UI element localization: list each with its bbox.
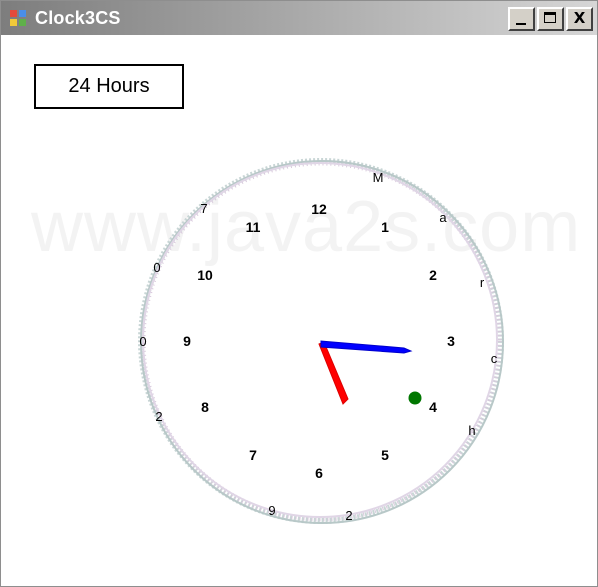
ring-letter: a: [439, 210, 447, 225]
dial-number-11: 11: [246, 219, 261, 235]
window-title: Clock3CS: [35, 8, 121, 28]
dial-number-10: 10: [197, 267, 213, 283]
main-window: Clock3CS X www.java2s.com 24 Hours 12 1: [0, 0, 598, 587]
ring-letter: 7: [200, 201, 207, 216]
minimize-button[interactable]: [508, 7, 535, 31]
dial-number-6: 6: [315, 465, 323, 481]
dial-number-9: 9: [183, 333, 191, 349]
ring-letter: h: [468, 423, 475, 438]
ring-letter: 2: [345, 508, 352, 523]
dial-number-4: 4: [429, 399, 437, 415]
24-hours-button[interactable]: 24 Hours: [34, 64, 184, 109]
ring-letter: 0: [153, 260, 160, 275]
minute-hand: [318, 341, 349, 405]
dial-number-2: 2: [429, 267, 437, 283]
title-bar[interactable]: Clock3CS X: [1, 1, 597, 35]
maximize-icon: [544, 12, 556, 23]
dial-number-3: 3: [447, 333, 455, 349]
ring-letter: c: [491, 351, 498, 366]
ring-letter: 2: [155, 409, 162, 424]
dial-numbers: 12 1 2 3 4 5 6 7 8 9 10 11: [183, 201, 455, 481]
minimize-icon: [516, 23, 526, 25]
dial-number-12: 12: [311, 201, 327, 217]
dial-number-5: 5: [381, 447, 389, 463]
dial-number-7: 7: [249, 447, 257, 463]
close-button[interactable]: X: [566, 7, 593, 31]
dial-number-1: 1: [381, 219, 389, 235]
app-icon: [10, 10, 26, 26]
analog-clock: 12 1 2 3 4 5 6 7 8 9 10 11 M a r c h 2 9…: [121, 141, 521, 541]
dial-number-8: 8: [201, 399, 209, 415]
second-dot: [408, 391, 422, 405]
clock-hands: [318, 340, 422, 405]
ring-letter: r: [480, 275, 485, 290]
maximize-button[interactable]: [537, 7, 564, 31]
ring-letter: M: [373, 170, 384, 185]
ring-letter: 9: [268, 503, 275, 518]
ring-letter: 0: [139, 334, 146, 349]
close-icon: X: [573, 9, 586, 27]
clock-face: 12 1 2 3 4 5 6 7 8 9 10 11 M a r c h 2 9…: [138, 158, 504, 524]
hour-hand: [320, 340, 413, 354]
